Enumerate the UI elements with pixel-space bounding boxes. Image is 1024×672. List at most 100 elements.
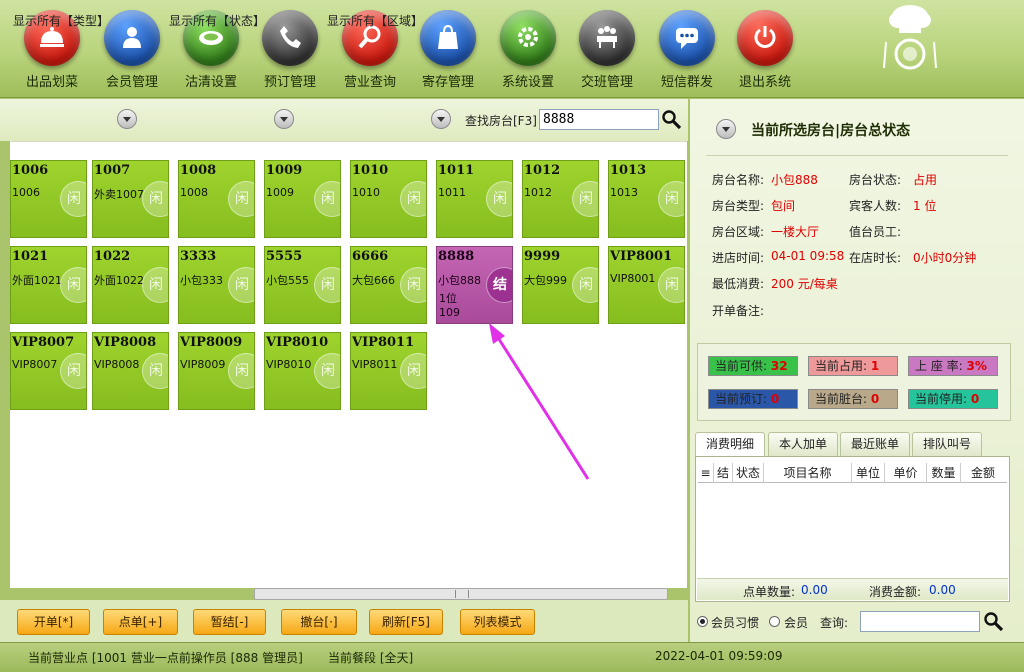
- column-header-item[interactable]: 项目名称: [764, 463, 852, 483]
- room-tile[interactable]: VIP8009 VIP8009 闲: [178, 332, 255, 410]
- room-code: 1007: [94, 163, 131, 178]
- room-code: 1006: [12, 163, 49, 178]
- room-code: 1008: [180, 163, 217, 178]
- toolbar-button-shift[interactable]: 交班管理: [572, 10, 642, 92]
- member-query-input[interactable]: [860, 611, 980, 632]
- room-type-label: 房台类型:: [712, 199, 765, 213]
- area-filter-dropdown[interactable]: [431, 109, 451, 129]
- room-code: VIP8001: [610, 249, 673, 264]
- toolbar-button-sms[interactable]: 短信群发: [652, 10, 722, 92]
- query-label: 查询:: [820, 616, 849, 630]
- tab-consumption-detail[interactable]: 消费明细: [695, 432, 766, 457]
- room-code: 1022: [94, 249, 131, 264]
- room-tile[interactable]: 6666 大包666 闲: [350, 246, 427, 324]
- idle-status-icon: 闲: [60, 267, 86, 303]
- toolbar-button-settings[interactable]: 系统设置: [493, 10, 563, 92]
- room-tile[interactable]: 1009 1009 闲: [264, 160, 341, 238]
- duration-label: 在店时长:: [849, 251, 902, 265]
- room-tile[interactable]: VIP8001 VIP8001 闲: [608, 246, 685, 324]
- status-filter-dropdown[interactable]: [274, 109, 294, 129]
- room-tile[interactable]: 1021 外面1021 闲: [10, 246, 87, 324]
- member-radio[interactable]: [769, 616, 780, 627]
- checkin-label: 进店时间:: [712, 251, 765, 265]
- room-tile[interactable]: 5555 小包555 闲: [264, 246, 341, 324]
- room-tile[interactable]: 1010 1010 闲: [350, 160, 427, 238]
- room-code: VIP8009: [180, 335, 243, 350]
- occupied-count-badge: 当前占用: 1: [808, 356, 898, 376]
- idle-status-icon: 闲: [314, 267, 340, 303]
- room-tile[interactable]: 3333 小包333 闲: [178, 246, 255, 324]
- room-code: 1010: [352, 163, 389, 178]
- status-filter-label: 显示所有【状态】: [169, 14, 266, 28]
- tab-my-orders[interactable]: 本人加单: [768, 432, 839, 456]
- room-tile[interactable]: 9999 大包999 闲: [522, 246, 599, 324]
- panel-collapse-dropdown[interactable]: [716, 119, 736, 139]
- room-tile[interactable]: 1008 1008 闲: [178, 160, 255, 238]
- status-meal-period: 当前餐段 [全天]: [328, 651, 414, 665]
- idle-status-icon: 闲: [400, 181, 426, 217]
- idle-status-icon: 闲: [228, 181, 254, 217]
- tab-queue-call[interactable]: 排队叫号: [912, 432, 983, 456]
- toolbar-button-exit[interactable]: 退出系统: [730, 10, 800, 92]
- room-tile[interactable]: 1006 1006 闲: [10, 160, 87, 238]
- room-area-label: 房台区域:: [712, 225, 765, 239]
- column-header-price[interactable]: 单价: [885, 463, 927, 483]
- room-name: 1009: [266, 186, 294, 199]
- refresh-button[interactable]: 刷新[F5]: [369, 609, 443, 635]
- room-code: VIP8010: [266, 335, 329, 350]
- column-header-status[interactable]: 状态: [733, 463, 764, 483]
- scrollbar-grip[interactable]: [455, 590, 469, 598]
- room-tile[interactable]: 1013 1013 闲: [608, 160, 685, 238]
- list-mode-button[interactable]: 列表模式: [460, 609, 535, 635]
- column-header-settled[interactable]: 结: [714, 463, 733, 483]
- idle-status-icon: 闲: [314, 181, 340, 217]
- room-status-label: 房台状态:: [849, 173, 902, 187]
- idle-status-icon: 闲: [572, 267, 598, 303]
- available-count-badge: 当前可供: 32: [708, 356, 798, 376]
- gear-icon: [500, 10, 556, 66]
- find-room-search-icon[interactable]: [661, 109, 683, 134]
- room-tile[interactable]: 1007 外卖1007 闲: [92, 160, 169, 238]
- row-menu-icon[interactable]: ≡: [698, 463, 714, 483]
- order-button[interactable]: 点单[+]: [103, 609, 178, 635]
- available-value: 32: [770, 359, 788, 373]
- column-header-quantity[interactable]: 数量: [927, 463, 961, 483]
- room-tile[interactable]: VIP8010 VIP8010 闲: [264, 332, 341, 410]
- room-tile[interactable]: 1012 1012 闲: [522, 160, 599, 238]
- staff-label: 值台员工:: [849, 225, 902, 239]
- room-tile[interactable]: VIP8008 VIP8008 闲: [92, 332, 169, 410]
- room-tile[interactable]: 1022 外面1022 闲: [92, 246, 169, 324]
- toolbar-label: 会员管理: [105, 75, 158, 90]
- room-code: 8888: [438, 249, 475, 264]
- column-header-unit[interactable]: 单位: [852, 463, 885, 483]
- room-name: 1010: [352, 186, 380, 199]
- room-tile[interactable]: VIP8007 VIP8007 闲: [10, 332, 87, 410]
- room-grid-horizontal-scrollbar[interactable]: [254, 588, 668, 600]
- room-tile[interactable]: 1011 1011 闲: [436, 160, 513, 238]
- toolbar-button-reservations[interactable]: 预订管理: [255, 10, 325, 92]
- room-grid: 1006 1006 闲 1007 外卖1007 闲 1008 1008 闲 1009 1009 闲 10…: [10, 141, 687, 588]
- toolbar-label: 出品划菜: [25, 75, 78, 90]
- type-filter-dropdown[interactable]: [117, 109, 137, 129]
- toolbar-button-storage[interactable]: 寄存管理: [413, 10, 483, 92]
- cancel-table-button[interactable]: 撤台[·]: [281, 609, 357, 635]
- presettle-button[interactable]: 暂结[-]: [193, 609, 266, 635]
- member-search-icon[interactable]: [983, 611, 1005, 636]
- find-room-input[interactable]: [539, 109, 659, 130]
- idle-status-icon: 闲: [572, 181, 598, 217]
- room-tile[interactable]: VIP8011 VIP8011 闲: [350, 332, 427, 410]
- status-datetime: 2022-04-01 09:59:09: [655, 649, 783, 663]
- reserved-label: 当前预订:: [715, 392, 768, 406]
- room-tile[interactable]: 8888 小包888 1位 109 结: [436, 246, 513, 324]
- room-bill: 109: [439, 306, 460, 319]
- member-label: 会员: [784, 616, 809, 630]
- tab-recent-bills[interactable]: 最近账单: [840, 432, 911, 456]
- open-table-button[interactable]: 开单[*]: [17, 609, 90, 635]
- room-code: 1012: [524, 163, 561, 178]
- room-name: VIP8009: [180, 358, 226, 371]
- room-name: 1006: [12, 186, 40, 199]
- member-habit-radio[interactable]: [697, 616, 708, 627]
- room-name: 大包999: [524, 274, 567, 287]
- room-guests: 1位: [439, 292, 457, 305]
- column-header-amount[interactable]: 金额: [961, 463, 1005, 483]
